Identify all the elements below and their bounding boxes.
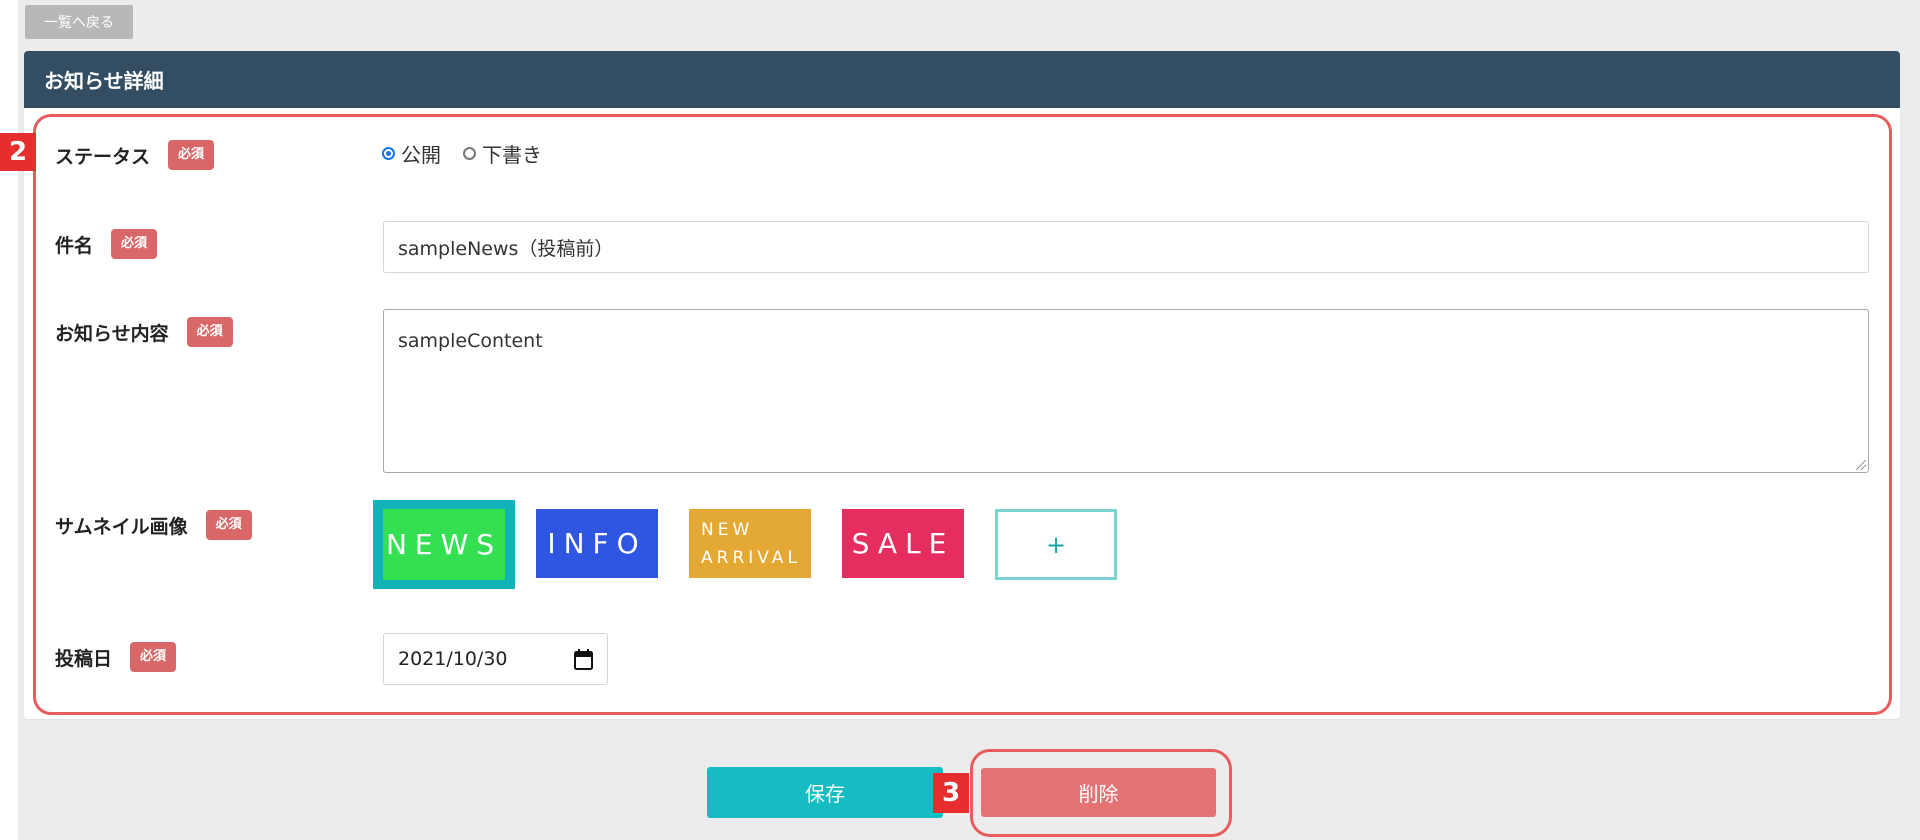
step-badge-form: 2: [0, 133, 36, 171]
status-label: ステータス: [55, 145, 151, 168]
calendar-icon[interactable]: [574, 648, 593, 670]
required-badge: 必須: [168, 140, 215, 170]
required-badge: 必須: [205, 510, 252, 540]
status-label-row: ステータス 必須: [55, 139, 215, 171]
back-to-list-button[interactable]: 一覧へ戻る: [25, 5, 133, 39]
subject-input-value: sampleNews（投稿前）: [398, 237, 614, 260]
subject-label: 件名: [55, 234, 94, 257]
thumbnail-label: サムネイル画像: [55, 515, 188, 538]
add-thumbnail-button[interactable]: +: [995, 509, 1117, 580]
delete-button[interactable]: 削除: [981, 768, 1216, 817]
thumbnail-sale[interactable]: SALE: [842, 509, 964, 578]
content-textarea[interactable]: sampleContent: [383, 309, 1869, 473]
card-header: お知らせ詳細: [24, 51, 1900, 108]
thumbnail-info[interactable]: INFO: [536, 509, 658, 578]
thumbnail-text: NEWS: [385, 528, 503, 561]
content-label: お知らせ内容: [55, 322, 169, 345]
subject-label-row: 件名 必須: [55, 228, 158, 260]
thumbnail-text-line1: NEW: [701, 519, 754, 540]
thumbnail-new-arrival[interactable]: NEW ARRIVAL: [689, 509, 811, 578]
thumbnail-text: INFO: [547, 527, 647, 560]
subject-input[interactable]: sampleNews（投稿前）: [383, 221, 1869, 273]
radio-checked-icon[interactable]: [382, 147, 395, 160]
required-badge: 必須: [186, 317, 233, 347]
post-date-label: 投稿日: [55, 647, 113, 670]
thumbnail-label-row: サムネイル画像 必須: [55, 509, 252, 541]
status-option-draft[interactable]: 下書き: [463, 139, 542, 168]
resize-handle-icon[interactable]: [1856, 460, 1866, 470]
required-badge: 必須: [130, 642, 177, 672]
post-date-input[interactable]: 2021/10/30: [383, 633, 608, 685]
content-label-row: お知らせ内容 必須: [55, 316, 233, 348]
post-date-label-row: 投稿日 必須: [55, 641, 177, 673]
required-badge: 必須: [111, 229, 158, 259]
thumbnail-text-line2: ARRIVAL: [701, 547, 801, 568]
status-option-label: 下書き: [482, 143, 542, 167]
post-date-value: 2021/10/30: [398, 648, 508, 670]
plus-icon: +: [1045, 530, 1067, 559]
save-button[interactable]: 保存: [707, 767, 943, 818]
status-option-label: 公開: [401, 143, 441, 167]
thumbnail-news[interactable]: NEWS: [383, 509, 505, 580]
step-badge-delete: 3: [933, 773, 969, 813]
card-title: お知らせ詳細: [44, 69, 164, 93]
radio-unchecked-icon[interactable]: [463, 147, 476, 160]
status-radio-group: 公開 下書き: [382, 139, 542, 168]
content-textarea-value: sampleContent: [398, 330, 543, 352]
thumbnail-text: SALE: [851, 527, 955, 560]
status-option-public[interactable]: 公開: [382, 139, 441, 168]
